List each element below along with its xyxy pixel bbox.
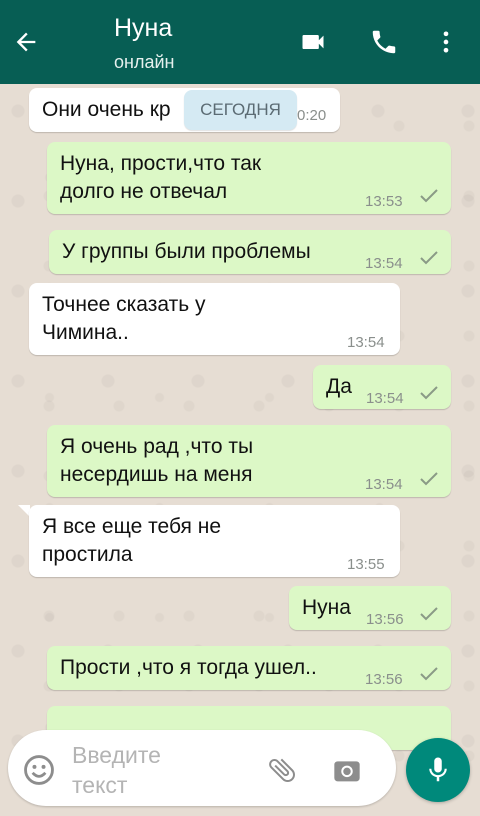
message-incoming[interactable]: Я все еще тебя не простила 13:55 [29, 505, 400, 577]
contact-status: онлайн [114, 52, 175, 72]
message-time: 13:54 [366, 390, 404, 407]
video-call-icon [302, 35, 324, 49]
message-text: У группы были проблемы [62, 240, 311, 263]
message-outgoing[interactable]: Нуна 13:56 [289, 586, 451, 630]
message-text: Нуна [302, 596, 351, 619]
phone-icon [372, 30, 396, 54]
message-outgoing[interactable]: У группы были проблемы 13:54 [49, 230, 451, 274]
chat-header: Нуна онлайн [0, 0, 480, 84]
mic-button[interactable] [406, 738, 470, 802]
message-input[interactable]: Введите текст [72, 740, 222, 800]
message-time: 0:20 [297, 107, 327, 124]
more-options-button[interactable] [426, 22, 466, 62]
message-time: 13:56 [366, 611, 404, 628]
sent-check-icon [420, 472, 438, 486]
mic-icon [429, 757, 447, 782]
message-time: 13:54 [347, 334, 385, 351]
chat-area[interactable]: Они очень кр 0:20 СЕГОДНЯ Нуна, прости,ч… [0, 84, 480, 816]
voice-call-button[interactable] [364, 22, 404, 62]
message-time: 13:54 [365, 476, 403, 493]
message-time: 13:55 [347, 556, 385, 573]
message-composer[interactable]: Введите текст [8, 730, 396, 806]
camera-icon[interactable] [330, 754, 364, 786]
message-text: Прости ,что я тогда ушел.. [60, 656, 317, 679]
emoji-icon[interactable] [22, 753, 56, 787]
sent-check-icon [420, 251, 438, 265]
message-outgoing[interactable]: Прости ,что я тогда ушел.. 13:56 [47, 646, 451, 690]
back-button[interactable] [6, 22, 46, 62]
message-incoming[interactable]: Точнее сказать у Чимина.. 13:54 [29, 283, 400, 355]
sent-check-icon [420, 386, 438, 400]
contact-name[interactable]: Нуна [114, 14, 172, 43]
attach-icon[interactable] [264, 754, 300, 786]
message-text: Я очень рад ,что ты несердишь на меня [60, 435, 254, 486]
date-divider: СЕГОДНЯ [184, 90, 297, 130]
message-outgoing[interactable]: Я очень рад ,что ты несердишь на меня 13… [47, 425, 451, 497]
more-vert-icon [443, 31, 449, 53]
sent-check-icon [420, 607, 438, 621]
message-text: Нуна, прости,что так долго не отвечал [60, 152, 262, 203]
message-text: Я все еще тебя не простила [42, 515, 222, 566]
message-text: Да [326, 375, 352, 398]
message-text: Точнее сказать у Чимина.. [42, 293, 206, 344]
message-time: 13:54 [365, 255, 403, 272]
message-text: Они очень кр [42, 98, 171, 121]
back-arrow-icon [16, 32, 36, 52]
video-call-button[interactable] [293, 22, 333, 62]
message-time: 13:53 [365, 193, 403, 210]
message-outgoing[interactable]: Да 13:54 [313, 365, 451, 409]
sent-check-icon [420, 667, 438, 681]
message-time: 13:56 [365, 671, 403, 688]
message-outgoing[interactable]: Нуна, прости,что так долго не отвечал 13… [47, 142, 451, 214]
sent-check-icon [420, 189, 438, 203]
